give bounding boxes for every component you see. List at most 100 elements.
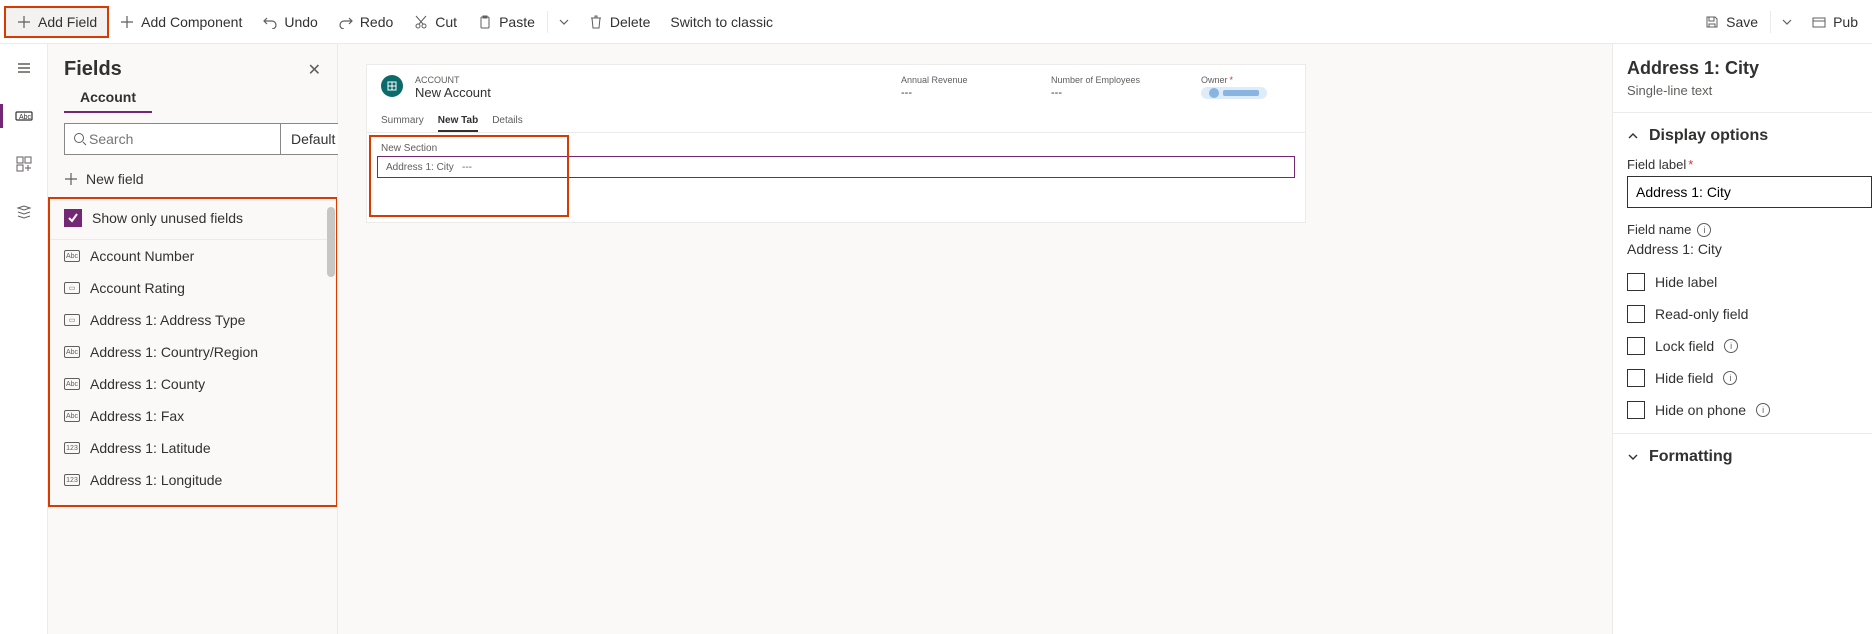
new-field-button[interactable]: New field — [48, 165, 337, 197]
entity-label: ACCOUNT — [415, 75, 491, 85]
paste-button[interactable]: Paste — [467, 6, 545, 38]
header-field-owner[interactable]: Owner* — [1201, 75, 1291, 101]
label: Hide on phone — [1655, 402, 1746, 418]
props-subtitle: Single-line text — [1627, 83, 1872, 98]
value: --- — [1051, 87, 1141, 99]
required-icon: * — [1688, 157, 1693, 172]
form-canvas[interactable]: ACCOUNT New Account Annual Revenue --- N… — [338, 44, 1612, 634]
field-item[interactable]: 123Address 1: Latitude — [48, 432, 337, 464]
header-field[interactable]: Annual Revenue --- — [901, 75, 991, 101]
hide-label-checkbox[interactable]: Hide label — [1627, 273, 1872, 291]
left-rail: Abc — [0, 44, 48, 634]
checkbox-icon — [1627, 337, 1645, 355]
form-field-selected[interactable]: Address 1: City --- — [377, 156, 1295, 178]
checkbox-icon — [1627, 401, 1645, 419]
field-item[interactable]: ▭ Address 1: Address Type — [48, 304, 337, 336]
paste-icon — [477, 14, 493, 30]
field-item[interactable]: AbcAddress 1: Fax — [48, 400, 337, 432]
form-tabs: Summary New Tab Details — [367, 111, 1305, 133]
field-item[interactable]: ▭Account Rating — [48, 272, 337, 304]
separator — [1770, 11, 1771, 33]
number-field-icon: 123 — [64, 474, 80, 486]
save-dropdown[interactable] — [1773, 6, 1801, 38]
label: Display options — [1649, 127, 1768, 145]
tab-summary[interactable]: Summary — [381, 111, 424, 132]
label: Lock field — [1655, 338, 1714, 354]
field-label-input[interactable] — [1627, 176, 1872, 208]
text-field-icon: Abc — [64, 250, 80, 262]
hide-field-checkbox[interactable]: Hide field i — [1627, 369, 1872, 387]
field-value: --- — [462, 162, 472, 173]
tab-new[interactable]: New Tab — [438, 111, 478, 132]
delete-button[interactable]: Delete — [578, 6, 660, 38]
label: Owner — [1201, 75, 1228, 85]
entity-icon — [381, 75, 403, 97]
number-field-icon: 123 — [64, 442, 80, 454]
value: --- — [901, 87, 991, 99]
required-icon: * — [1230, 75, 1234, 85]
hamburger-button[interactable] — [8, 52, 40, 84]
save-button[interactable]: Save — [1694, 6, 1768, 38]
add-component-button[interactable]: Add Component — [109, 6, 252, 38]
label: Default — [291, 131, 335, 147]
rail-tree-button[interactable] — [8, 196, 40, 228]
field-item[interactable]: Abc Address 1: Country/Region — [48, 336, 337, 368]
rail-fields-button[interactable]: Abc — [8, 100, 40, 132]
chevron-down-icon — [1779, 14, 1795, 30]
info-icon[interactable]: i — [1697, 223, 1711, 237]
field-item[interactable]: AbcAddress 1: County — [48, 368, 337, 400]
display-options-toggle[interactable]: Display options — [1627, 127, 1872, 145]
info-icon[interactable]: i — [1756, 403, 1770, 417]
label: Address 1: Address Type — [90, 312, 245, 328]
scrollbar-thumb[interactable] — [327, 207, 335, 277]
undo-icon — [262, 14, 278, 30]
hide-on-phone-checkbox[interactable]: Hide on phone i — [1627, 401, 1872, 419]
switch-to-classic-button[interactable]: Switch to classic — [660, 6, 783, 38]
plus-icon — [64, 172, 78, 186]
redo-icon — [338, 14, 354, 30]
section-label[interactable]: New Section — [377, 141, 1295, 156]
add-field-button[interactable]: Add Field — [4, 6, 109, 38]
label: Show only unused fields — [92, 210, 243, 226]
entity-tab[interactable]: Account — [64, 89, 152, 113]
label: Number of Employees — [1051, 75, 1141, 85]
chevron-down-icon — [1627, 451, 1639, 463]
text-field-icon: Abc — [64, 346, 80, 358]
search-input[interactable] — [64, 123, 281, 155]
publish-button[interactable]: Pub — [1801, 6, 1868, 38]
label: Address 1: Longitude — [90, 472, 222, 488]
rail-components-button[interactable] — [8, 148, 40, 180]
lock-field-checkbox[interactable]: Lock field i — [1627, 337, 1872, 355]
label: Address 1: County — [90, 376, 205, 392]
optionset-icon: ▭ — [64, 282, 80, 294]
delete-icon — [588, 14, 604, 30]
tab-details[interactable]: Details — [492, 111, 523, 132]
fields-panel: Fields ✕ Account Default New field — [48, 44, 338, 634]
cut-button[interactable]: Cut — [403, 6, 467, 38]
readonly-checkbox[interactable]: Read-only field — [1627, 305, 1872, 323]
label: Address 1: Country/Region — [90, 344, 258, 360]
label: Hide field — [1655, 370, 1713, 386]
show-unused-toggle[interactable]: Show only unused fields — [48, 197, 337, 240]
formatting-toggle[interactable]: Formatting — [1627, 448, 1872, 466]
optionset-icon: ▭ — [64, 314, 80, 326]
search-text[interactable] — [87, 130, 272, 148]
info-icon[interactable]: i — [1723, 371, 1737, 385]
svg-text:Abc: Abc — [19, 114, 32, 121]
field-item[interactable]: AbcAccount Number — [48, 240, 337, 272]
redo-button[interactable]: Redo — [328, 6, 403, 38]
properties-panel: Address 1: City Single-line text Display… — [1612, 44, 1872, 634]
header-field[interactable]: Number of Employees --- — [1051, 75, 1141, 101]
label: Field name — [1627, 222, 1691, 237]
empty-field-slot[interactable] — [377, 178, 1295, 204]
field-item[interactable]: 123 Address 1: Longitude — [48, 464, 337, 496]
owner-pill — [1201, 87, 1267, 99]
label: Add Component — [141, 14, 242, 30]
chevron-up-icon — [1627, 130, 1639, 142]
info-icon[interactable]: i — [1724, 339, 1738, 353]
paste-dropdown[interactable] — [550, 6, 578, 38]
label: Read-only field — [1655, 306, 1748, 322]
fields-list[interactable]: Show only unused fields AbcAccount Numbe… — [48, 197, 337, 634]
undo-button[interactable]: Undo — [252, 6, 327, 38]
close-icon[interactable]: ✕ — [308, 60, 321, 80]
